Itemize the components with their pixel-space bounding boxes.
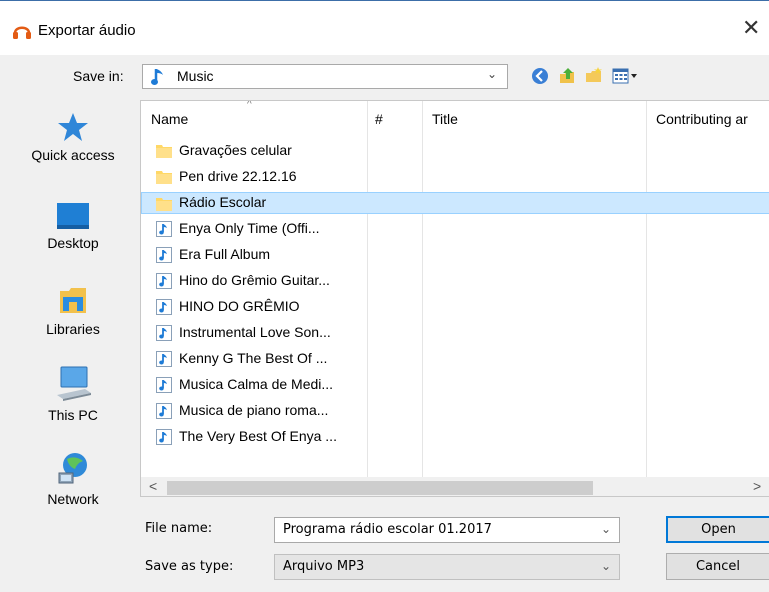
scrollbar-thumb[interactable]	[167, 481, 593, 495]
computer-icon	[57, 366, 91, 401]
file-name: Pen drive 22.12.16	[179, 168, 297, 184]
file-row[interactable]: Musica de piano roma...	[151, 400, 769, 422]
libraries-icon	[60, 288, 86, 313]
save-as-type-dropdown[interactable]: Arquivo MP3 ⌄	[274, 554, 620, 580]
headphones-icon	[13, 26, 31, 39]
file-row[interactable]: The Very Best Of Enya ...	[151, 426, 769, 448]
chevron-down-icon[interactable]: ⌄	[601, 522, 611, 536]
back-icon[interactable]	[530, 66, 550, 86]
up-folder-icon[interactable]	[557, 66, 577, 86]
scroll-left-icon[interactable]: <	[149, 478, 157, 494]
file-name: Enya Only Time (Offi...	[179, 220, 320, 236]
folder-row[interactable]: Pen drive 22.12.16	[151, 166, 769, 188]
place-label: Network	[47, 491, 99, 507]
save-in-value: Music	[177, 68, 214, 84]
scroll-right-icon[interactable]: >	[753, 478, 761, 494]
audio-file-icon	[156, 247, 172, 263]
horizontal-scrollbar[interactable]: < >	[141, 477, 769, 496]
cancel-button[interactable]: Cancel	[666, 553, 769, 580]
title-bar: Exportar áudio ✕	[0, 0, 769, 55]
chevron-down-icon: ⌄	[601, 559, 612, 573]
sort-ascending-icon: ^	[247, 100, 252, 110]
file-list[interactable]: ^ Name # Title Contributing ar Gravações…	[140, 100, 769, 497]
file-name: Musica de piano roma...	[179, 402, 329, 418]
file-name: Gravações celular	[179, 142, 292, 158]
music-folder-icon	[151, 69, 163, 85]
file-name: Musica Calma de Medi...	[179, 376, 334, 392]
audio-file-icon	[156, 403, 172, 419]
column-header-contributing-artists[interactable]: Contributing ar	[656, 111, 748, 127]
save-in-dropdown[interactable]: Music ⌄	[142, 64, 508, 89]
place-label: Libraries	[46, 321, 100, 337]
file-row[interactable]: Hino do Grêmio Guitar...	[151, 270, 769, 292]
column-header-title[interactable]: Title	[432, 111, 458, 127]
file-name: Era Full Album	[179, 246, 271, 262]
file-row[interactable]: Era Full Album	[151, 244, 769, 266]
place-this-pc[interactable]: This PC	[18, 365, 128, 423]
file-name: The Very Best Of Enya ...	[179, 428, 337, 444]
folder-row[interactable]: Gravações celular	[151, 140, 769, 162]
file-name-label: File name:	[145, 521, 213, 536]
file-name-input[interactable]: Programa rádio escolar 01.2017 ⌄	[274, 517, 620, 543]
close-button[interactable]: ✕	[742, 16, 760, 40]
folder-row[interactable]: Rádio Escolar	[141, 192, 769, 214]
desktop-icon	[57, 203, 89, 229]
view-menu-icon[interactable]	[612, 66, 640, 86]
save-as-type-value: Arquivo MP3	[283, 559, 365, 574]
file-name: Instrumental Love Son...	[179, 324, 331, 340]
save-as-type-label: Save as type:	[145, 559, 234, 574]
network-icon	[58, 453, 87, 484]
place-quick-access[interactable]: Quick access	[18, 111, 128, 163]
save-in-label: Save in:	[73, 68, 124, 84]
file-name: Kenny G The Best Of ...	[179, 350, 328, 366]
audio-file-icon	[156, 351, 172, 367]
folder-icon	[156, 198, 172, 211]
file-row[interactable]: Kenny G The Best Of ...	[151, 348, 769, 370]
window-title: Exportar áudio	[38, 22, 136, 39]
folder-icon	[156, 171, 172, 184]
file-row[interactable]: HINO DO GRÊMIO	[151, 296, 769, 318]
audio-file-icon	[156, 273, 172, 289]
open-button[interactable]: Open	[666, 516, 769, 543]
place-label: Quick access	[31, 147, 115, 163]
place-libraries[interactable]: Libraries	[18, 283, 128, 337]
audio-file-icon	[156, 377, 172, 393]
place-label: Desktop	[47, 235, 99, 251]
file-name: Hino do Grêmio Guitar...	[179, 272, 330, 288]
audio-file-icon	[156, 429, 172, 445]
audio-file-icon	[156, 221, 172, 237]
chevron-down-icon: ⌄	[487, 67, 498, 81]
new-folder-icon[interactable]	[584, 66, 604, 86]
column-header-name[interactable]: Name	[151, 111, 188, 127]
audio-file-icon	[156, 325, 172, 341]
file-row[interactable]: Instrumental Love Son...	[151, 322, 769, 344]
folder-icon	[156, 145, 172, 158]
file-name-value: Programa rádio escolar 01.2017	[283, 522, 492, 537]
place-network[interactable]: Network	[18, 451, 128, 507]
file-name: HINO DO GRÊMIO	[179, 298, 300, 314]
place-desktop[interactable]: Desktop	[18, 201, 128, 251]
file-name: Rádio Escolar	[179, 194, 267, 210]
star-icon	[58, 113, 88, 141]
file-row[interactable]: Musica Calma de Medi...	[151, 374, 769, 396]
audio-file-icon	[156, 299, 172, 315]
file-row[interactable]: Enya Only Time (Offi...	[151, 218, 769, 240]
place-label: This PC	[48, 407, 98, 423]
column-header-number[interactable]: #	[375, 111, 383, 127]
